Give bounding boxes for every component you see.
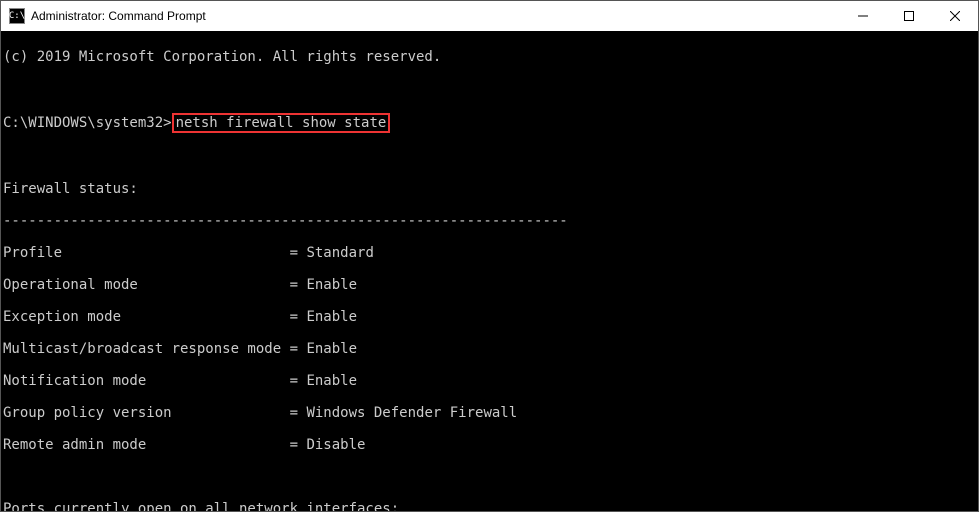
status-row: Exception mode = Enable	[3, 309, 974, 325]
status-row: Operational mode = Enable	[3, 277, 974, 293]
minimize-button[interactable]	[840, 1, 886, 31]
command-highlight: netsh firewall show state	[172, 113, 391, 133]
status-row: Profile = Standard	[3, 245, 974, 261]
titlebar[interactable]: C:\ Administrator: Command Prompt	[1, 1, 978, 31]
cmd-icon: C:\	[9, 8, 25, 24]
prompt-line-1: C:\WINDOWS\system32>netsh firewall show …	[3, 113, 974, 133]
status-row: Group policy version = Windows Defender …	[3, 405, 974, 421]
status-row: Remote admin mode = Disable	[3, 437, 974, 453]
window-title: Administrator: Command Prompt	[31, 9, 206, 23]
command-text: netsh firewall show state	[176, 115, 387, 131]
window: C:\ Administrator: Command Prompt (c) 20…	[0, 0, 979, 512]
status-header: Firewall status:	[3, 181, 974, 197]
status-row: Multicast/broadcast response mode = Enab…	[3, 341, 974, 357]
prompt-prefix: C:\WINDOWS\system32>	[3, 115, 172, 131]
close-button[interactable]	[932, 1, 978, 31]
maximize-button[interactable]	[886, 1, 932, 31]
terminal[interactable]: (c) 2019 Microsoft Corporation. All righ…	[1, 31, 978, 511]
copyright-line: (c) 2019 Microsoft Corporation. All righ…	[3, 49, 974, 65]
divider: ----------------------------------------…	[3, 213, 974, 229]
status-row: Notification mode = Enable	[3, 373, 974, 389]
ports-header: Ports currently open on all network inte…	[3, 501, 974, 511]
